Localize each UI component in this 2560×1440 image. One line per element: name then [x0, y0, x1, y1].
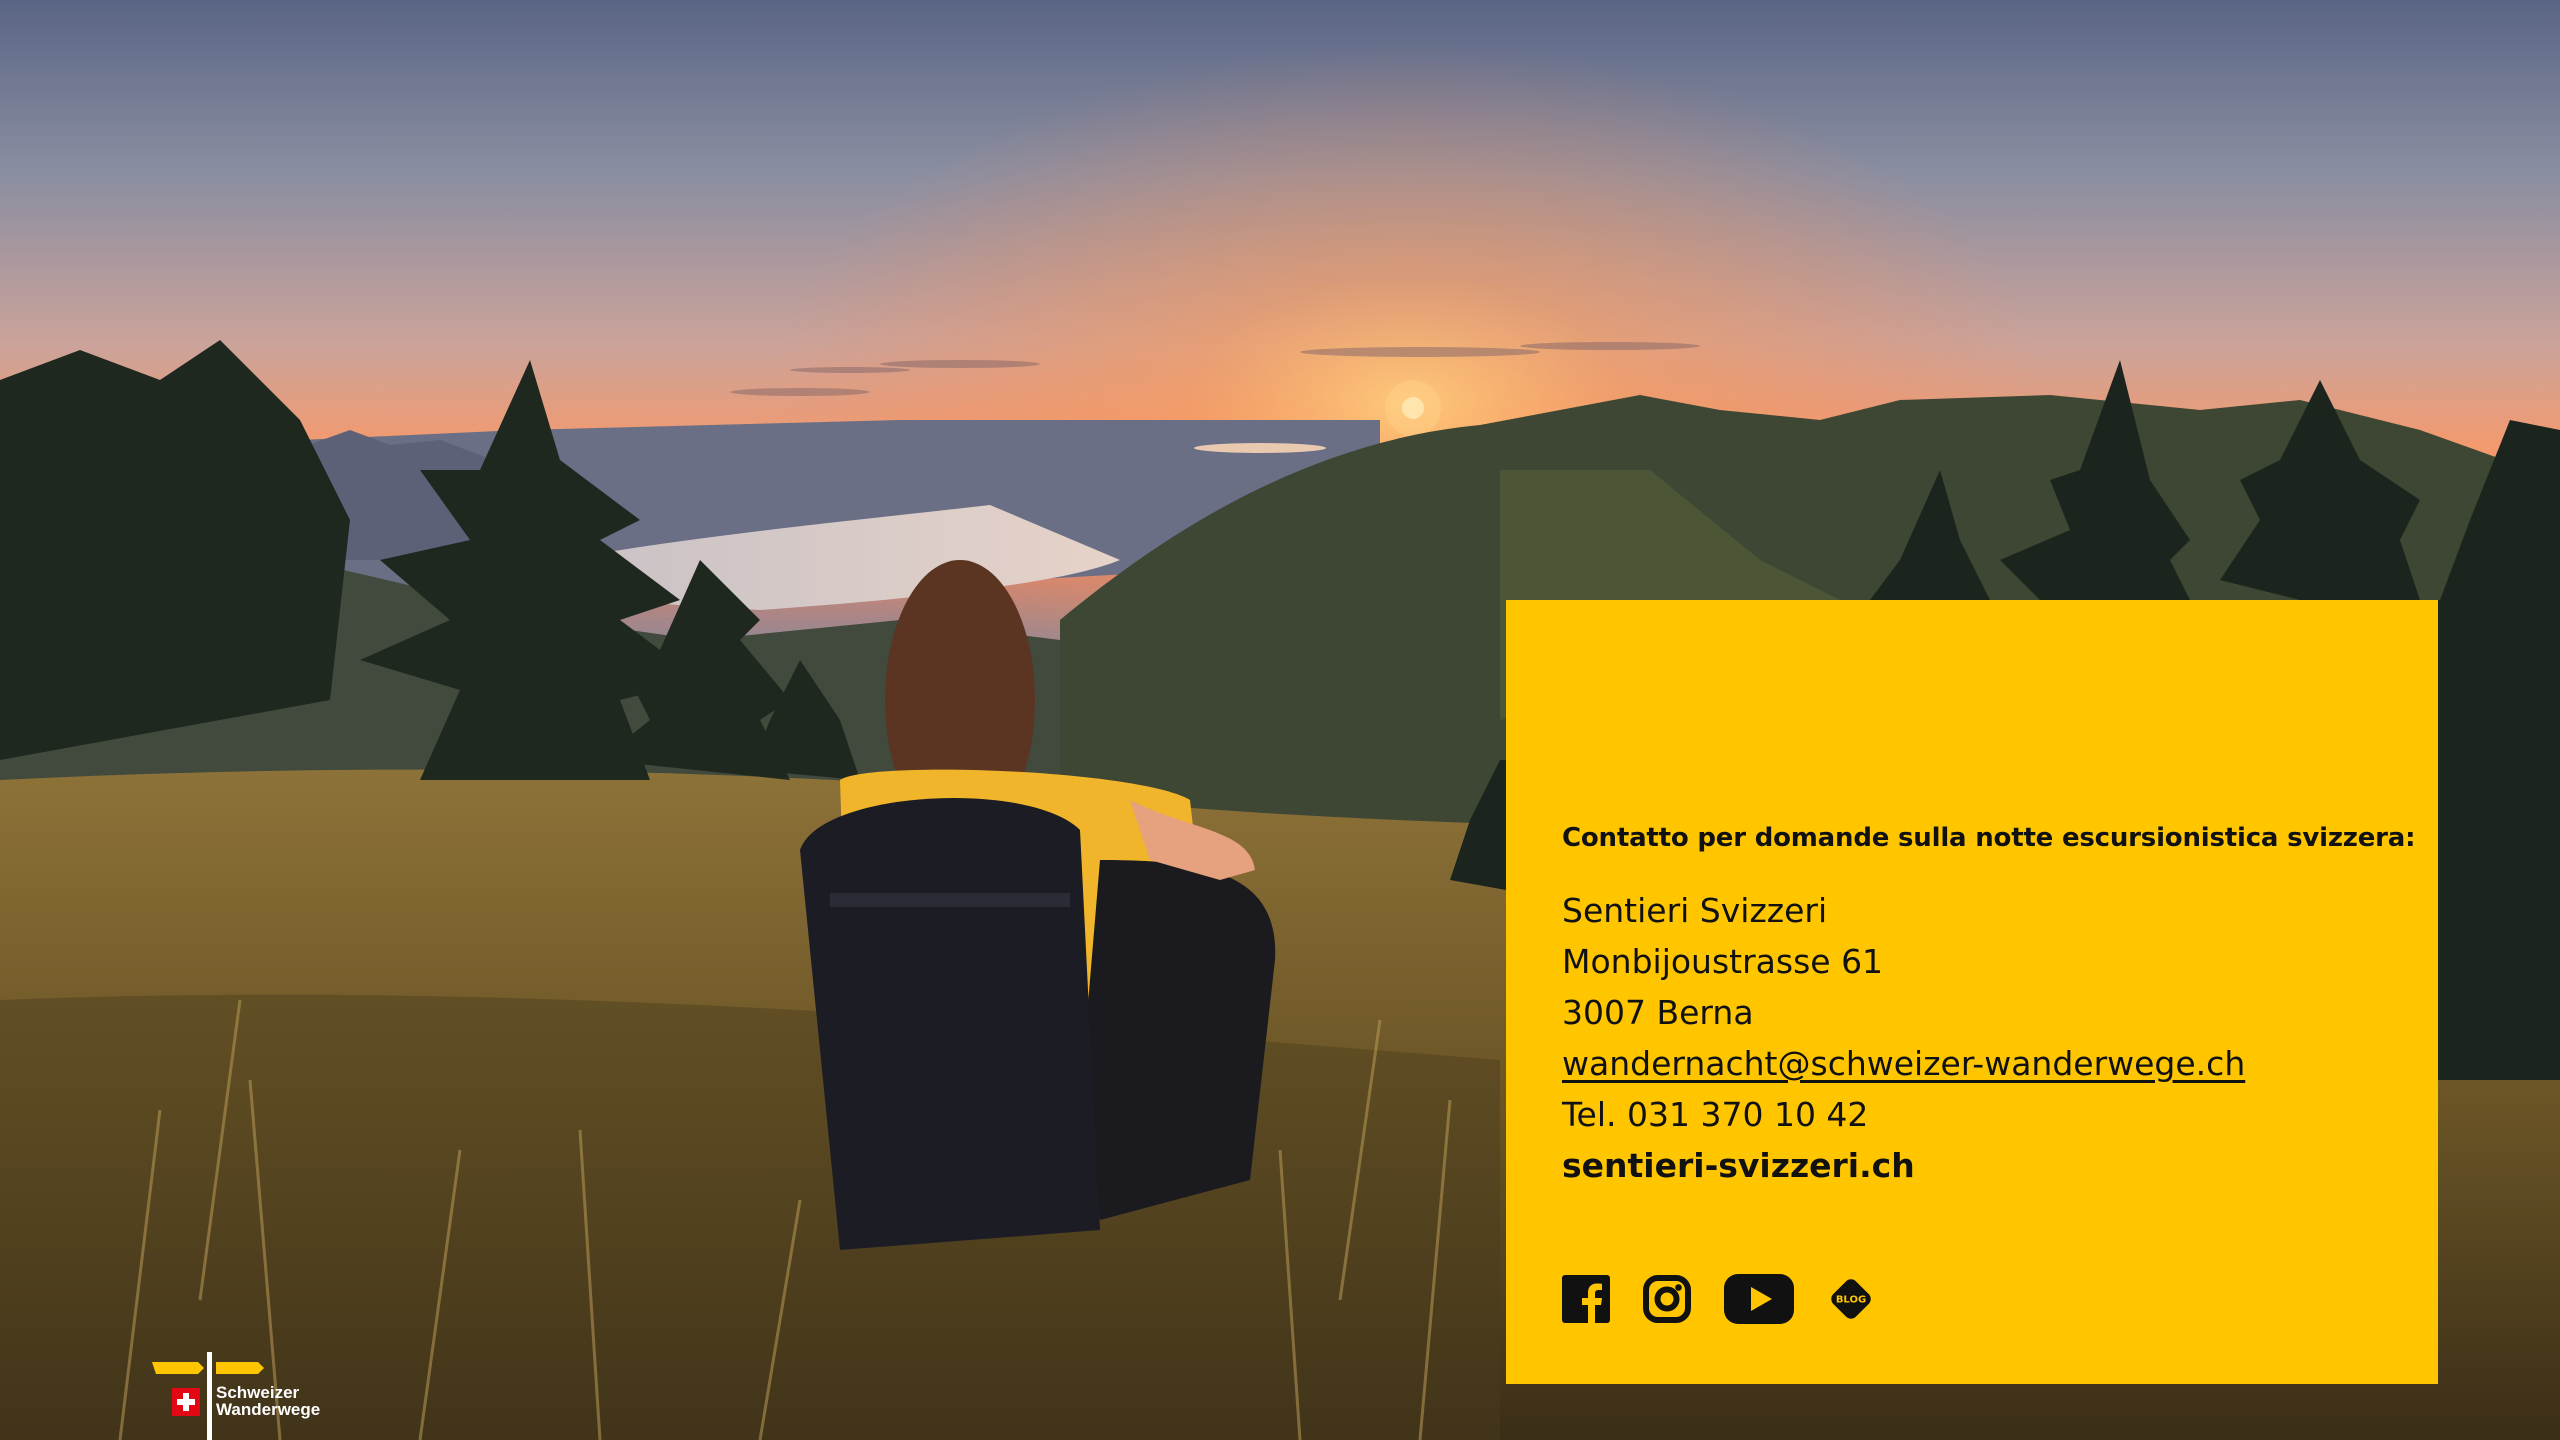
youtube-icon[interactable] [1724, 1274, 1794, 1324]
logo-text: Schweizer Wanderwege [216, 1384, 320, 1418]
street-address: Monbijoustrasse 61 [1562, 942, 1884, 981]
social-links: BLOG [1562, 1274, 1876, 1324]
email-link[interactable]: wandernacht@schweizer-wanderwege.ch [1562, 1044, 2245, 1083]
instagram-icon[interactable] [1642, 1274, 1692, 1324]
logo-line-2: Wanderwege [216, 1400, 321, 1419]
blog-icon-label: BLOG [1836, 1295, 1866, 1306]
contact-address: Sentieri Svizzeri Monbijoustrasse 61 300… [1562, 885, 2245, 1191]
brand-logo: Schweizer Wanderwege [150, 1350, 330, 1440]
contact-panel: Contatto per domande sulla notte escursi… [1506, 600, 2438, 1384]
website-link[interactable]: sentieri-svizzeri.ch [1562, 1140, 2245, 1191]
city: 3007 Berna [1562, 993, 1754, 1032]
org-name: Sentieri Svizzeri [1562, 891, 1828, 930]
contact-heading: Contatto per domande sulla notte escursi… [1562, 823, 2416, 853]
phone-number: Tel. 031 370 10 42 [1562, 1095, 1869, 1134]
logo-line-1: Schweizer [216, 1383, 300, 1402]
facebook-icon[interactable] [1562, 1275, 1610, 1323]
blog-icon[interactable]: BLOG [1826, 1274, 1876, 1324]
